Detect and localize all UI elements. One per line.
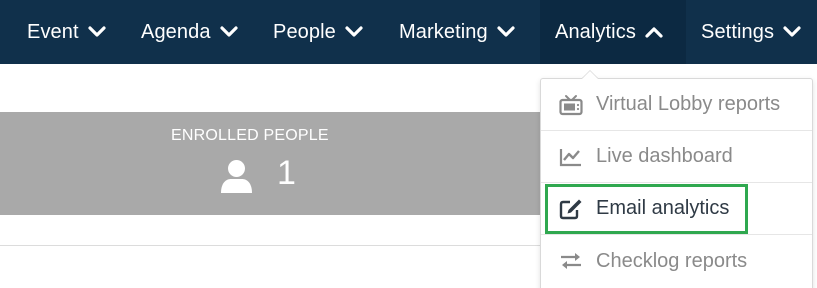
menu-item-email-analytics[interactable]: Email analytics — [541, 183, 812, 235]
menu-item-checklog-reports[interactable]: Checklog reports — [541, 235, 812, 287]
menu-item-label: Email analytics — [596, 197, 730, 219]
nav-item-label: People — [273, 20, 336, 43]
tv-icon — [558, 94, 584, 116]
chevron-down-icon — [497, 25, 515, 39]
nav-item-marketing[interactable]: Marketing — [399, 0, 515, 64]
line-chart-icon — [558, 146, 584, 168]
menu-item-live-dashboard[interactable]: Live dashboard — [541, 131, 812, 183]
nav-item-people[interactable]: People — [273, 0, 363, 64]
menu-item-label: Virtual Lobby reports — [596, 93, 781, 115]
menu-item-label: Live dashboard — [596, 145, 733, 167]
nav-item-label: Analytics — [555, 20, 636, 43]
enrolled-people-label: ENROLLED PEOPLE — [171, 127, 329, 144]
nav-item-agenda[interactable]: Agenda — [141, 0, 238, 64]
top-navigation-bar: Event Agenda People Marketing Analytics … — [0, 0, 817, 64]
chevron-up-icon — [645, 25, 663, 39]
nav-item-event[interactable]: Event — [27, 0, 106, 64]
chevron-down-icon — [783, 25, 801, 39]
menu-item-virtual-lobby-reports[interactable]: Virtual Lobby reports — [541, 79, 812, 131]
nav-item-analytics[interactable]: Analytics — [540, 0, 686, 64]
enrolled-people-count: 1 — [277, 154, 296, 192]
user-icon — [220, 159, 253, 194]
chevron-down-icon — [219, 25, 238, 39]
dropdown-caret-fill — [582, 71, 598, 79]
exchange-arrows-icon — [558, 250, 584, 272]
edit-icon — [558, 198, 584, 220]
chevron-down-icon — [345, 25, 363, 39]
nav-item-label: Settings — [701, 20, 775, 43]
nav-item-label: Marketing — [399, 20, 488, 43]
nav-item-settings[interactable]: Settings — [701, 0, 801, 64]
divider — [0, 245, 600, 246]
chevron-down-icon — [88, 25, 106, 39]
menu-item-label: Checklog reports — [596, 249, 748, 272]
nav-item-label: Agenda — [141, 20, 211, 43]
nav-item-label: Event — [27, 20, 79, 43]
